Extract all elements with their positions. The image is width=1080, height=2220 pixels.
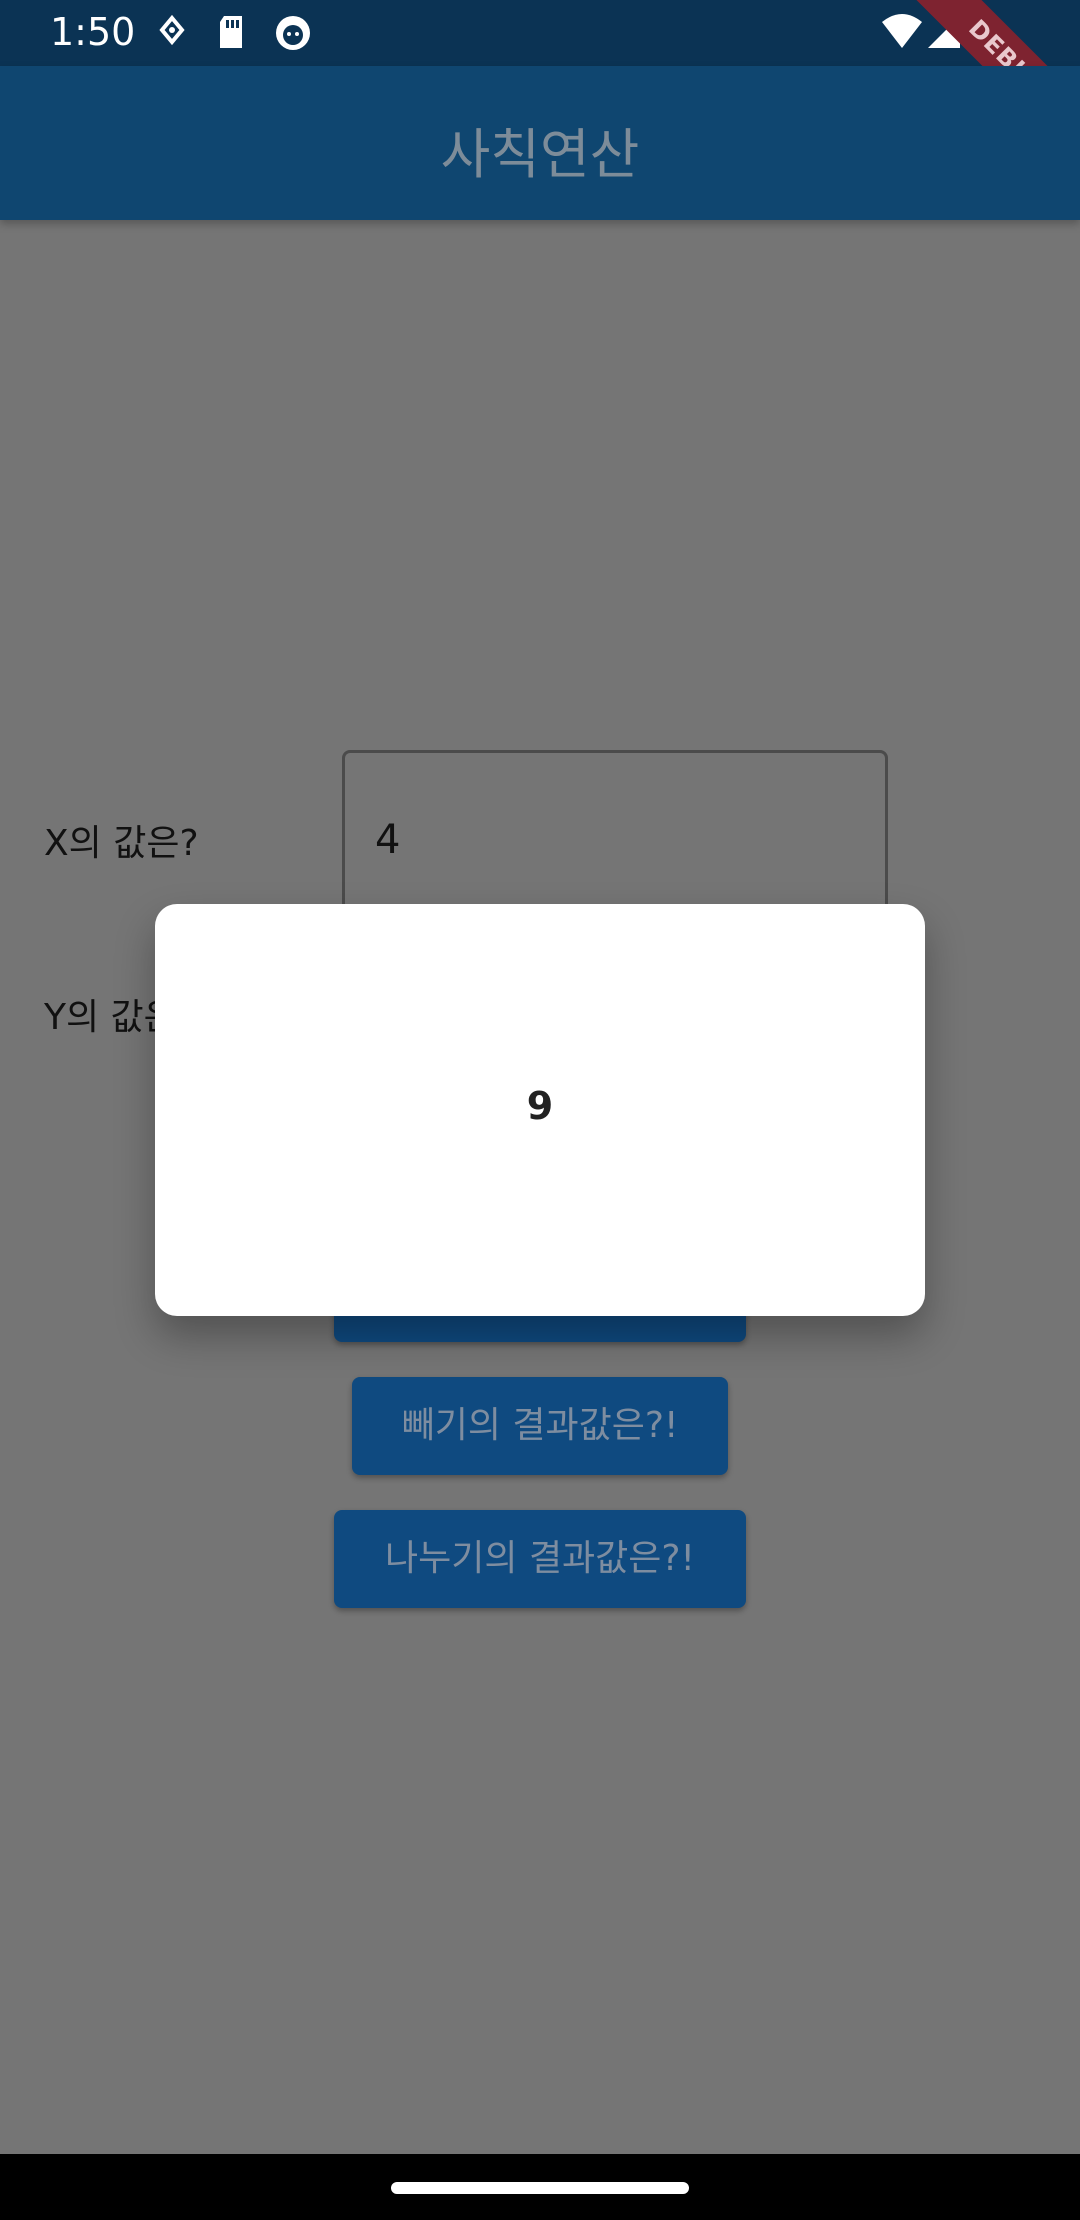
status-time: 1:50 <box>50 10 136 54</box>
subtract-button[interactable]: 빼기의 결과값은?! <box>352 1377 728 1475</box>
location-icon <box>158 14 186 54</box>
sd-card-icon <box>216 14 246 54</box>
result-value: 9 <box>526 1084 554 1128</box>
app-bar: 사칙연산 <box>0 66 1080 220</box>
status-bar: 1:50 DEBUG <box>0 0 1080 168</box>
nav-bar <box>0 2154 1080 2220</box>
page-title: 사칙연산 <box>440 123 640 186</box>
cat-icon <box>274 14 312 56</box>
result-dialog[interactable]: 9 <box>155 904 925 1316</box>
home-indicator[interactable] <box>391 2182 689 2194</box>
x-label: X의 값은? <box>44 823 199 864</box>
x-input-value: 4 <box>375 817 401 863</box>
divide-button[interactable]: 나누기의 결과값은?! <box>334 1510 746 1608</box>
wifi-icon <box>880 14 924 54</box>
x-input[interactable]: 4 <box>342 750 888 920</box>
